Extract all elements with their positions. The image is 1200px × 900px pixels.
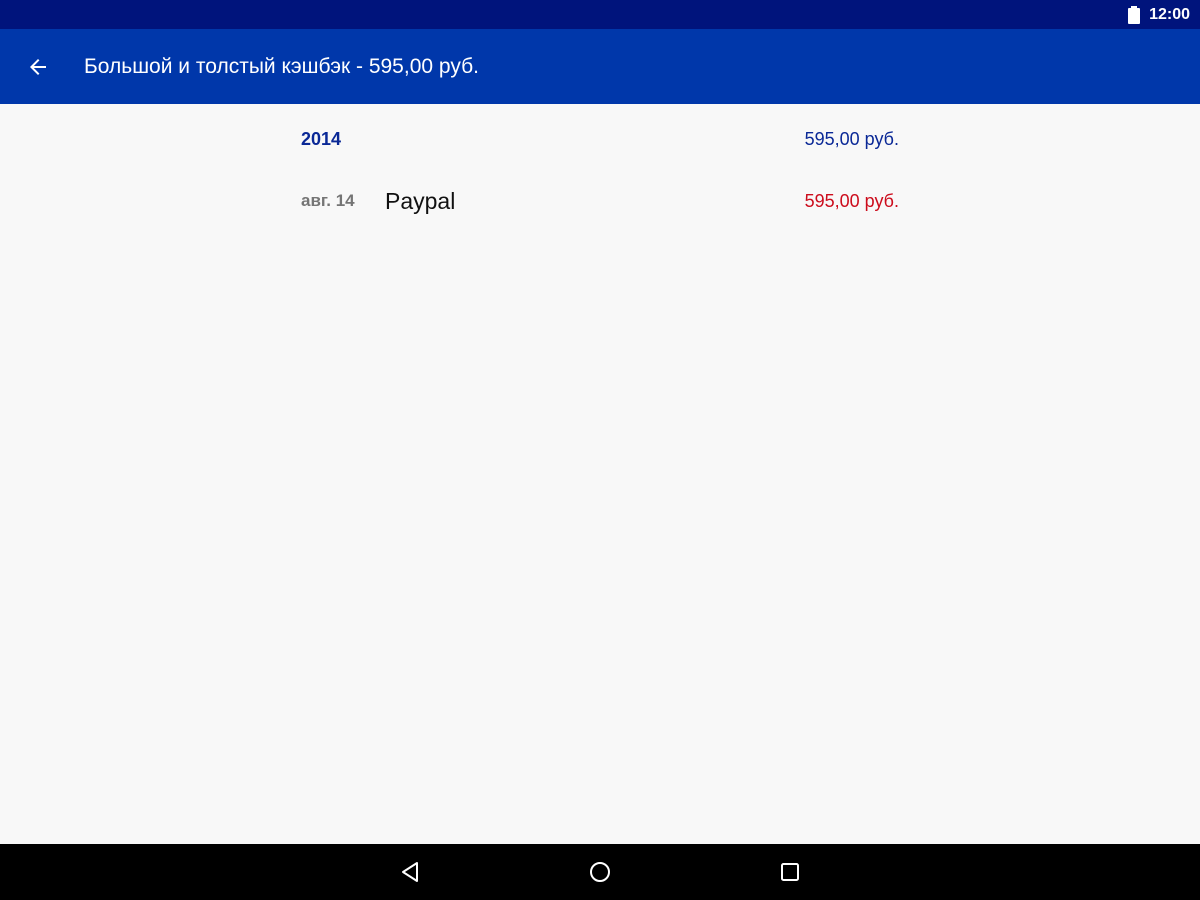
- year-label: 2014: [301, 128, 342, 149]
- back-button[interactable]: [14, 43, 62, 91]
- triangle-back-icon: [402, 862, 418, 882]
- transaction-row[interactable]: авг. 14 Paypal 595,00 руб.: [301, 184, 899, 218]
- nav-back-button[interactable]: [388, 850, 432, 894]
- nav-home-button[interactable]: [578, 850, 622, 894]
- transaction-name: Paypal: [385, 187, 456, 214]
- arrow-left-icon: [30, 58, 46, 75]
- transaction-amount: 595,00 руб.: [804, 190, 899, 211]
- status-time: 12:00: [1149, 5, 1190, 23]
- transaction-list: 2014 595,00 руб. авг. 14 Paypal 595,00 р…: [0, 104, 1200, 844]
- year-header: 2014 595,00 руб.: [301, 127, 899, 151]
- nav-recents-button[interactable]: [768, 850, 812, 894]
- square-recents-icon: [781, 863, 799, 881]
- year-total: 595,00 руб.: [804, 128, 899, 149]
- page-title: Большой и толстый кэшбэк - 595,00 руб.: [84, 54, 479, 78]
- circle-home-icon: [590, 862, 610, 882]
- battery-icon: [1128, 5, 1141, 24]
- status-bar: 12:00: [0, 0, 1200, 29]
- transaction-date: авг. 14: [301, 191, 355, 210]
- app-bar: Большой и толстый кэшбэк - 595,00 руб.: [0, 29, 1200, 104]
- navigation-bar: [0, 844, 1200, 900]
